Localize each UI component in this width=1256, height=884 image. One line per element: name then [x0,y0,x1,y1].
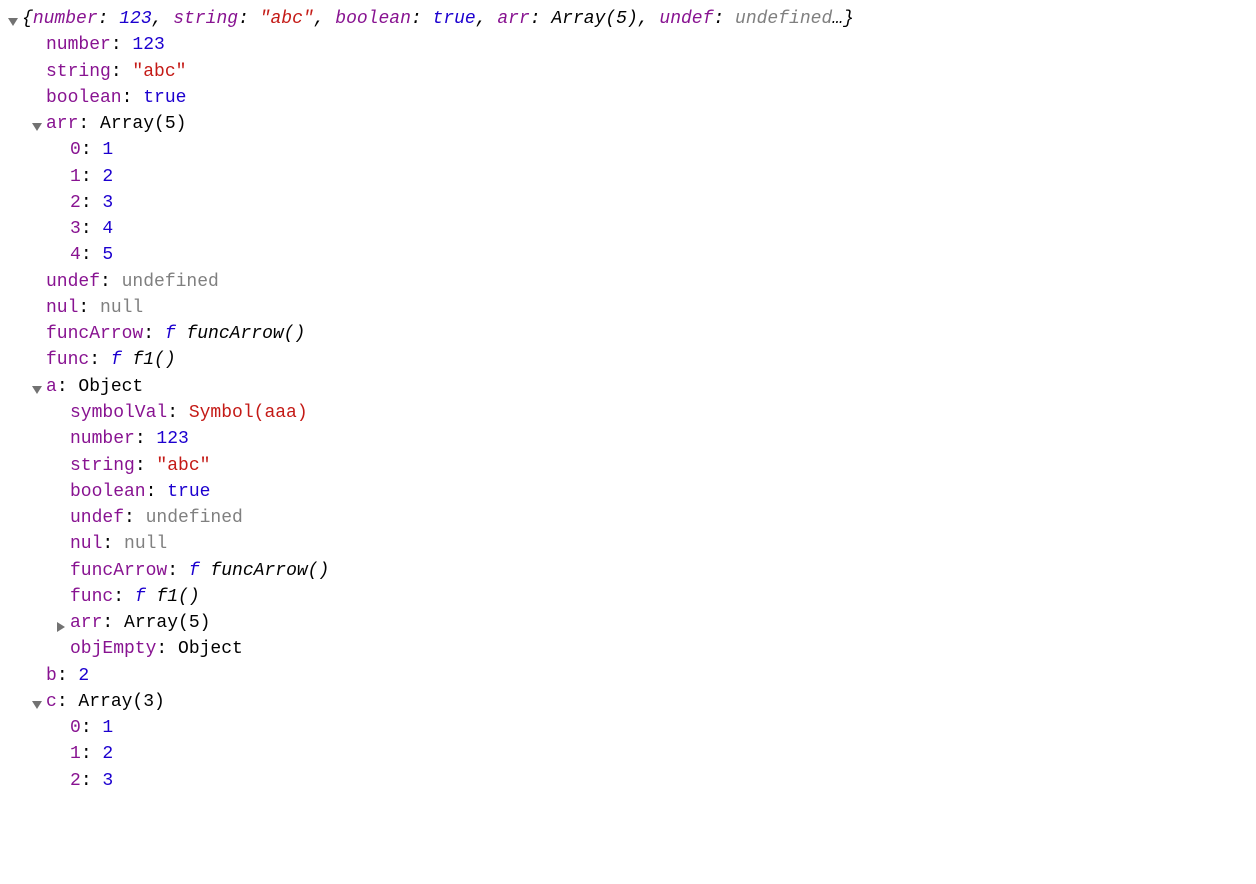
prop-a-func[interactable]: func: f f1() [0,584,1256,610]
prop-value: null [100,298,143,318]
prop-key: 3 [70,219,81,239]
prop-key: 0 [70,718,81,738]
prop-key: c [46,692,57,712]
prop-value: 2 [102,167,113,187]
c-item-1[interactable]: 1: 2 [0,741,1256,767]
prop-value: 1 [102,140,113,160]
prop-value: Symbol(aaa) [189,403,308,423]
chevron-down-icon[interactable] [8,12,20,24]
prop-key: funcArrow [46,324,143,344]
prop-b[interactable]: b: 2 [0,663,1256,689]
prop-func[interactable]: func: f f1() [0,347,1256,373]
prop-key: boolean [46,88,122,108]
prop-a-boolean[interactable]: boolean: true [0,479,1256,505]
prop-key: symbolVal [70,403,167,423]
prop-value: Object [178,639,243,659]
c-item-0[interactable]: 0: 1 [0,715,1256,741]
prop-a-arr[interactable]: arr: Array(5) [0,610,1256,636]
prop-key: func [70,587,113,607]
prop-key: nul [46,298,78,318]
arr-item-0[interactable]: 0: 1 [0,137,1256,163]
prop-nul[interactable]: nul: null [0,295,1256,321]
prop-a-symbolVal[interactable]: symbolVal: Symbol(aaa) [0,400,1256,426]
prop-funcArrow[interactable]: funcArrow: f funcArrow() [0,321,1256,347]
prop-value: Object [78,377,143,397]
prop-a-objEmpty[interactable]: objEmpty: Object [0,636,1256,662]
chevron-down-icon[interactable] [32,695,44,707]
prop-value: 123 [132,35,164,55]
prop-key: arr [70,613,102,633]
prop-key: 1 [70,167,81,187]
prop-key: arr [46,114,78,134]
prop-key: string [70,456,135,476]
prop-a[interactable]: a: Object [0,374,1256,400]
prop-key: boolean [70,482,146,502]
func-name: funcArrow() [186,324,305,344]
prop-a-funcArrow[interactable]: funcArrow: f funcArrow() [0,558,1256,584]
func-f-glyph: f [135,587,146,607]
prop-c[interactable]: c: Array(3) [0,689,1256,715]
prop-number[interactable]: number: 123 [0,32,1256,58]
prop-value: 2 [102,744,113,764]
prop-key: number [46,35,111,55]
arr-item-2[interactable]: 2: 3 [0,190,1256,216]
prop-value: undefined [122,272,219,292]
arr-item-1[interactable]: 1: 2 [0,164,1256,190]
func-name: funcArrow() [210,561,329,581]
prop-value: 3 [102,193,113,213]
chevron-right-icon[interactable] [56,616,68,628]
prop-key: number [70,429,135,449]
prop-undef[interactable]: undef: undefined [0,269,1256,295]
prop-arr[interactable]: arr: Array(5) [0,111,1256,137]
prop-key: 2 [70,193,81,213]
prop-a-number[interactable]: number: 123 [0,426,1256,452]
prop-value: 5 [102,245,113,265]
prop-value: 2 [78,666,89,686]
prop-key: b [46,666,57,686]
prop-value: undefined [146,508,243,528]
prop-key: func [46,350,89,370]
prop-a-string[interactable]: string: "abc" [0,453,1256,479]
prop-key: string [46,62,111,82]
prop-key: funcArrow [70,561,167,581]
prop-value: 4 [102,219,113,239]
prop-value: 1 [102,718,113,738]
func-name: f1() [132,350,175,370]
prop-value: Array(3) [78,692,164,712]
func-f-glyph: f [165,324,176,344]
func-name: f1() [156,587,199,607]
arr-item-4[interactable]: 4: 5 [0,242,1256,268]
prop-key: 0 [70,140,81,160]
prop-boolean[interactable]: boolean: true [0,85,1256,111]
chevron-down-icon[interactable] [32,380,44,392]
prop-key: undef [46,272,100,292]
object-summary-text: {number: 123, string: "abc", boolean: tr… [22,9,854,29]
prop-value: "abc" [132,62,186,82]
prop-key: undef [70,508,124,528]
prop-value: null [124,534,167,554]
prop-value: true [167,482,210,502]
prop-value: Array(5) [100,114,186,134]
prop-value: "abc" [156,456,210,476]
prop-value: 123 [156,429,188,449]
prop-key: objEmpty [70,639,156,659]
prop-key: 4 [70,245,81,265]
func-f-glyph: f [189,561,200,581]
prop-value: 3 [102,771,113,791]
object-root-summary[interactable]: {number: 123, string: "abc", boolean: tr… [0,6,1256,32]
chevron-down-icon[interactable] [32,117,44,129]
prop-key: 1 [70,744,81,764]
prop-value: Array(5) [124,613,210,633]
c-item-2[interactable]: 2: 3 [0,768,1256,794]
prop-value: true [143,88,186,108]
func-f-glyph: f [111,350,122,370]
prop-string[interactable]: string: "abc" [0,59,1256,85]
arr-item-3[interactable]: 3: 4 [0,216,1256,242]
prop-a-nul[interactable]: nul: null [0,531,1256,557]
prop-a-undef[interactable]: undef: undefined [0,505,1256,531]
prop-key: a [46,377,57,397]
prop-key: 2 [70,771,81,791]
prop-key: nul [70,534,102,554]
